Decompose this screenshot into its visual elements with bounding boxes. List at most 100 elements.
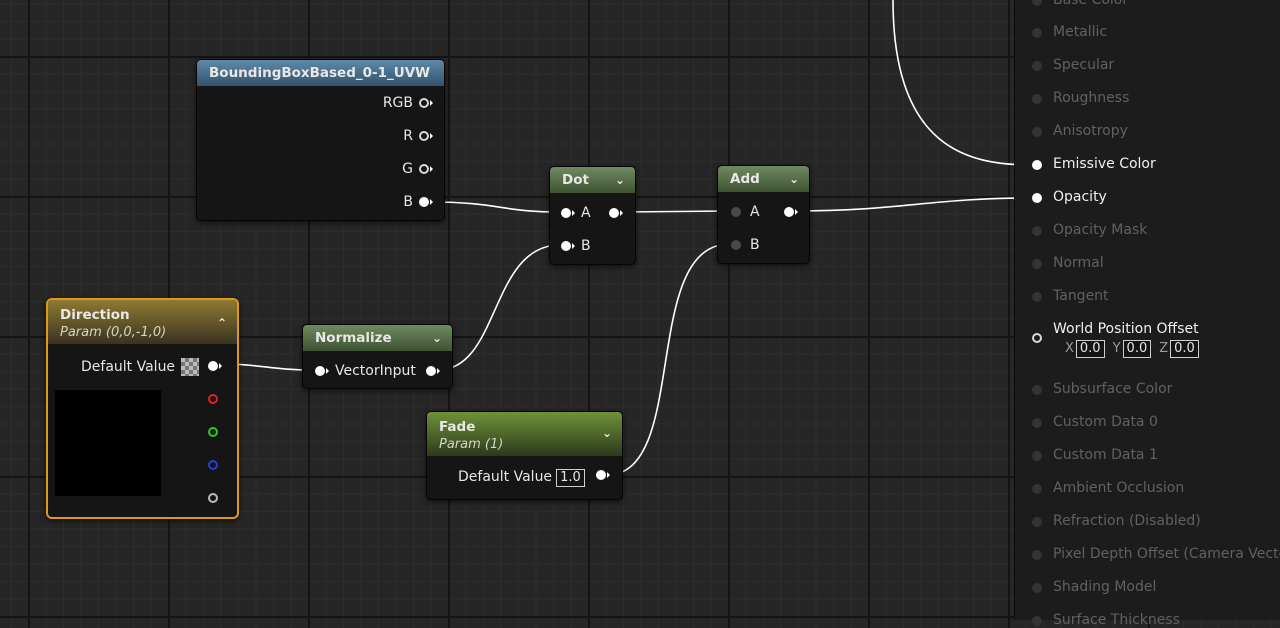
output-label-rgb: RGB xyxy=(382,95,413,111)
wpo-y-field[interactable]: 0.0 xyxy=(1122,340,1152,358)
node-dot[interactable]: Dot ⌄ A B xyxy=(549,166,636,265)
wire-dot-to-add-a xyxy=(619,210,731,213)
node-title: Normalize xyxy=(315,330,392,346)
material-input-pin[interactable] xyxy=(1032,193,1042,203)
material-input-pin[interactable] xyxy=(1032,0,1042,6)
material-input-pin[interactable] xyxy=(1032,385,1042,395)
node-fade-param[interactable]: Fade Param (1) ⌄ Default Value 1.0 xyxy=(426,411,623,500)
input-pin-vector[interactable] xyxy=(315,366,325,376)
input-label-b: B xyxy=(750,237,760,253)
node-header[interactable]: Add ⌄ xyxy=(718,166,809,192)
output-pin[interactable] xyxy=(596,470,606,480)
material-input-pin[interactable] xyxy=(1032,226,1042,236)
output-pin-rgb[interactable] xyxy=(419,98,429,108)
node-header[interactable]: Normalize ⌄ xyxy=(303,325,452,351)
wpo-x-field[interactable]: 0.0 xyxy=(1075,340,1105,358)
material-input-label: Opacity xyxy=(1053,189,1107,205)
input-pin-a[interactable] xyxy=(731,207,741,217)
material-input-pin[interactable] xyxy=(1032,259,1042,269)
input-label-a: A xyxy=(750,204,760,220)
output-pin-g[interactable] xyxy=(208,427,218,437)
material-input-label: Specular xyxy=(1053,57,1115,73)
input-pin-b[interactable] xyxy=(561,241,571,251)
material-input-label: Metallic xyxy=(1053,24,1108,40)
material-input-pin[interactable] xyxy=(1032,28,1042,38)
material-input-label: Anisotropy xyxy=(1053,123,1128,139)
node-normalize[interactable]: Normalize ⌄ VectorInput xyxy=(302,324,453,389)
material-input-label: Pixel Depth Offset (Camera Vector) xyxy=(1053,546,1280,562)
node-header[interactable]: Dot ⌄ xyxy=(550,167,635,193)
node-subtitle: Param (0,0,-1,0) xyxy=(60,325,167,340)
node-header[interactable]: Fade Param (1) ⌄ xyxy=(427,412,622,456)
input-label-vector: VectorInput xyxy=(335,363,416,379)
material-input-pin[interactable] xyxy=(1032,517,1042,527)
material-input-label: Surface Thickness xyxy=(1053,612,1180,628)
node-title: Fade xyxy=(439,419,476,435)
color-preview xyxy=(55,390,161,496)
node-header[interactable]: Direction Param (0,0,-1,0) ⌃ xyxy=(48,300,237,344)
chevron-up-icon[interactable]: ⌃ xyxy=(217,317,229,329)
wpo-vector-fields: X 0.0 Y 0.0 Z 0.0 xyxy=(1065,340,1199,358)
material-input-label: Roughness xyxy=(1053,90,1130,106)
material-input-label: Shading Model xyxy=(1053,579,1157,595)
material-input-pin[interactable] xyxy=(1032,94,1042,104)
node-direction-param[interactable]: Direction Param (0,0,-1,0) ⌃ Default Val… xyxy=(46,298,239,519)
chevron-down-icon[interactable]: ⌄ xyxy=(432,332,444,344)
wire-fade-to-add-b xyxy=(606,243,731,476)
output-pin[interactable] xyxy=(426,366,436,376)
material-input-label: Base Color xyxy=(1053,0,1129,8)
material-input-pin[interactable] xyxy=(1032,583,1042,593)
material-input-label: Refraction (Disabled) xyxy=(1053,513,1201,529)
wpo-x-label: X xyxy=(1065,341,1074,356)
material-input-pin[interactable] xyxy=(1032,333,1042,343)
node-boundingbox-uvw[interactable]: BoundingBoxBased_0-1_UVW RGB R G B xyxy=(196,59,445,221)
material-input-pin[interactable] xyxy=(1032,550,1042,560)
material-input-pin[interactable] xyxy=(1032,292,1042,302)
output-pin[interactable] xyxy=(784,207,794,217)
material-input-label: Emissive Color xyxy=(1053,156,1156,172)
material-input-pin[interactable] xyxy=(1032,484,1042,494)
node-title: Direction xyxy=(60,307,130,323)
input-pin-b[interactable] xyxy=(731,240,741,250)
material-input-pin[interactable] xyxy=(1032,418,1042,428)
material-input-pin[interactable] xyxy=(1032,451,1042,461)
wpo-z-field[interactable]: 0.0 xyxy=(1170,340,1199,358)
default-value-row: Default Value 1.0 xyxy=(458,469,585,487)
chevron-down-icon[interactable]: ⌄ xyxy=(602,427,614,439)
material-input-label: Normal xyxy=(1053,255,1104,271)
input-label-b: B xyxy=(581,238,591,254)
material-inputs-panel: Base Color Metallic Specular Roughness Aniso… xyxy=(1014,0,1280,628)
material-input-pin[interactable] xyxy=(1032,61,1042,71)
output-pin-r[interactable] xyxy=(208,394,218,404)
output-pin-b[interactable] xyxy=(419,197,429,207)
material-input-label: Subsurface Color xyxy=(1053,381,1173,397)
node-subtitle: Param (1) xyxy=(439,437,504,452)
output-label-r: R xyxy=(403,128,413,144)
wpo-y-label: Y xyxy=(1112,341,1121,356)
material-input-pin[interactable] xyxy=(1032,160,1042,170)
output-pin[interactable] xyxy=(609,208,619,218)
wire-normalize-to-dot-b xyxy=(437,244,561,371)
output-pin-g[interactable] xyxy=(419,164,429,174)
node-add[interactable]: Add ⌄ A B xyxy=(717,165,810,264)
output-pin-rgba[interactable] xyxy=(208,361,218,371)
default-value-label: Default Value xyxy=(81,359,176,375)
material-input-pin[interactable] xyxy=(1032,616,1042,626)
output-label-b: B xyxy=(403,194,413,210)
default-value-field[interactable]: 1.0 xyxy=(556,469,585,487)
input-label-a: A xyxy=(581,205,591,221)
material-input-pin[interactable] xyxy=(1032,127,1042,137)
input-pin-a[interactable] xyxy=(561,208,571,218)
output-pin-a[interactable] xyxy=(208,493,218,503)
wire-add-to-opacity xyxy=(794,197,1033,212)
output-pin-r[interactable] xyxy=(419,131,429,141)
color-swatch[interactable] xyxy=(181,358,200,376)
material-input-label: Tangent xyxy=(1053,288,1109,304)
output-pin-b[interactable] xyxy=(208,460,218,470)
chevron-down-icon[interactable]: ⌄ xyxy=(789,173,801,185)
material-input-label: Custom Data 0 xyxy=(1053,414,1158,430)
chevron-down-icon[interactable]: ⌄ xyxy=(615,174,627,186)
node-header[interactable]: BoundingBoxBased_0-1_UVW xyxy=(197,60,444,86)
node-title: Add xyxy=(730,171,760,187)
wire-to-emissive xyxy=(892,0,1033,166)
